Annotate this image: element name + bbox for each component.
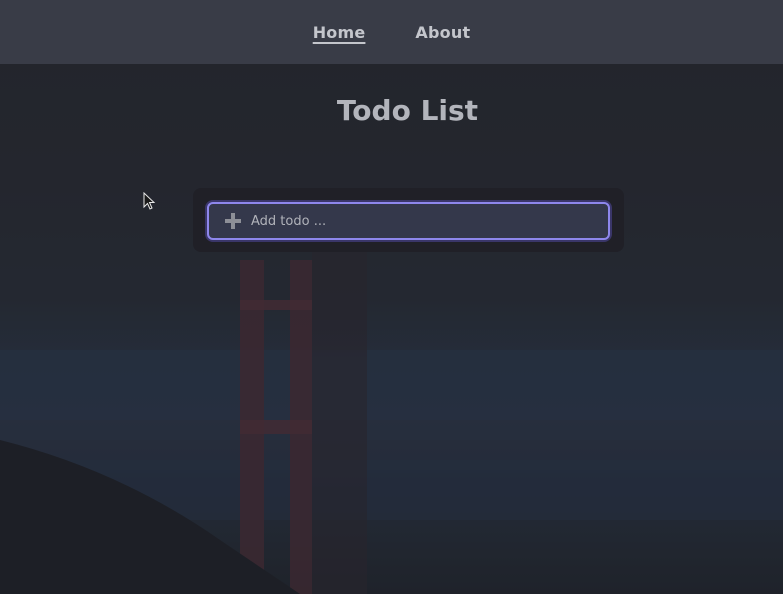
mouse-cursor-icon <box>143 192 156 210</box>
nav-link-about[interactable]: About <box>415 23 470 42</box>
background-overlay <box>0 0 783 594</box>
plus-icon <box>224 212 242 230</box>
add-todo-card <box>193 188 624 252</box>
add-todo-input[interactable] <box>251 206 608 236</box>
add-todo-field[interactable] <box>207 202 610 240</box>
page: Home About Todo List <box>0 0 783 594</box>
nav-link-home[interactable]: Home <box>313 23 366 42</box>
navbar: Home About <box>0 0 783 64</box>
page-title: Todo List <box>336 94 479 127</box>
